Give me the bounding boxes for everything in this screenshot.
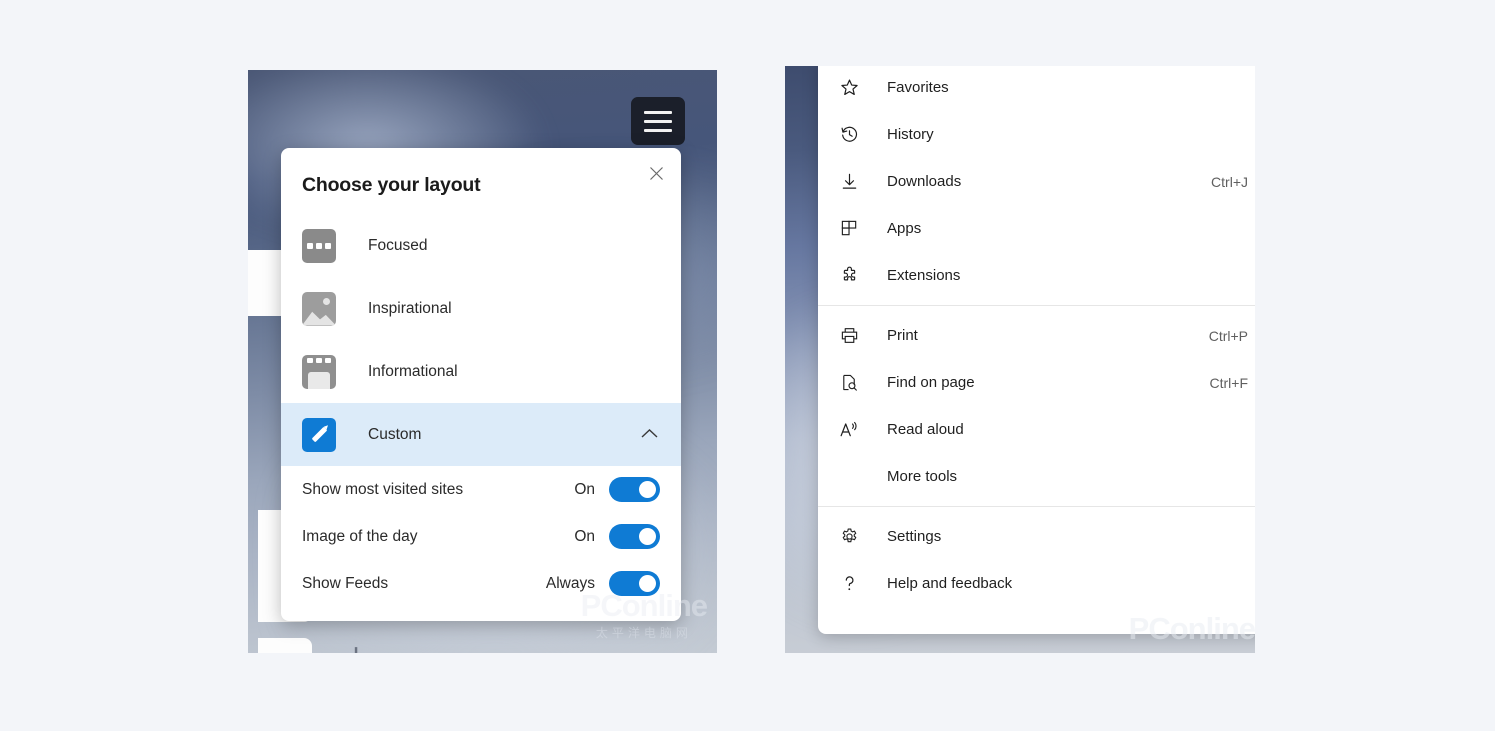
menu-item-find-on-page[interactable]: Find on page Ctrl+F xyxy=(818,359,1255,406)
setting-label: Show most visited sites xyxy=(302,480,464,498)
menu-item-favorites[interactable]: Favorites xyxy=(818,66,1255,111)
read-aloud-icon xyxy=(838,420,860,439)
menu-separator xyxy=(818,506,1255,507)
hamburger-bar xyxy=(644,119,672,123)
layout-option-label: Custom xyxy=(368,425,422,443)
setting-value: On xyxy=(574,527,595,545)
menu-item-print[interactable]: Print Ctrl+P xyxy=(818,312,1255,359)
menu-item-label: Help and feedback xyxy=(887,575,1013,592)
hamburger-bar xyxy=(644,128,672,132)
menu-item-label: Favorites xyxy=(887,79,949,96)
background-tile xyxy=(258,638,312,653)
extensions-puzzle-icon xyxy=(838,266,860,285)
menu-item-apps[interactable]: Apps xyxy=(818,205,1255,252)
right-browser-menu-panel: Favorites History Downloads Ctrl+J Apps … xyxy=(785,66,1255,653)
chevron-up-icon[interactable] xyxy=(641,426,658,444)
layout-option-label: Inspirational xyxy=(368,299,452,317)
setting-value: Always xyxy=(545,574,595,592)
menu-item-more-tools[interactable]: More tools xyxy=(818,453,1255,500)
toggle-show-most-visited-sites[interactable] xyxy=(609,477,660,502)
menu-item-label: More tools xyxy=(887,468,958,485)
hamburger-menu-icon[interactable] xyxy=(631,97,685,145)
layout-option-focused[interactable]: Focused xyxy=(281,214,681,277)
inspirational-layout-icon xyxy=(302,291,336,326)
star-icon xyxy=(838,78,860,97)
menu-item-downloads[interactable]: Downloads Ctrl+J xyxy=(818,158,1255,205)
menu-item-label: History xyxy=(887,126,934,143)
layout-option-label: Focused xyxy=(368,236,428,254)
toggle-image-of-the-day[interactable] xyxy=(609,524,660,549)
screenshot-stage: + Choose your layout Focused xyxy=(0,0,1495,731)
layout-option-label: Informational xyxy=(368,362,458,380)
layout-option-custom[interactable]: Custom xyxy=(281,403,681,466)
apps-grid-icon xyxy=(838,219,860,238)
informational-layout-icon xyxy=(302,354,336,389)
layout-option-informational[interactable]: Informational xyxy=(281,340,681,403)
menu-item-shortcut: Ctrl+J xyxy=(1211,173,1248,190)
menu-item-extensions[interactable]: Extensions xyxy=(818,252,1255,299)
menu-item-label: Find on page xyxy=(887,374,975,391)
setting-value: On xyxy=(574,480,595,498)
close-icon[interactable] xyxy=(641,158,671,188)
menu-item-label: Extensions xyxy=(887,267,961,284)
setting-show-feeds: Show Feeds Always xyxy=(281,560,681,607)
custom-layout-pencil-icon xyxy=(302,417,336,452)
menu-item-shortcut: Ctrl+P xyxy=(1208,327,1248,344)
printer-icon xyxy=(838,326,860,345)
menu-item-label: Settings xyxy=(887,528,942,545)
menu-item-shortcut: Ctrl+F xyxy=(1209,374,1249,391)
menu-item-settings[interactable]: Settings xyxy=(818,513,1255,560)
setting-image-of-the-day: Image of the day On xyxy=(281,513,681,560)
toggle-show-feeds[interactable] xyxy=(609,571,660,596)
focused-layout-icon xyxy=(302,228,336,263)
menu-separator xyxy=(818,305,1255,306)
setting-show-most-visited-sites: Show most visited sites On xyxy=(281,466,681,513)
plus-icon[interactable]: + xyxy=(326,626,386,654)
question-mark-icon xyxy=(838,574,860,593)
page-title: Choose your layout xyxy=(302,174,481,196)
setting-label: Show Feeds xyxy=(302,574,389,592)
browser-settings-menu: Favorites History Downloads Ctrl+J Apps … xyxy=(818,66,1255,634)
gear-icon xyxy=(838,527,860,546)
history-clock-icon xyxy=(838,125,860,144)
layout-options-list: Focused Inspirational Informational Cust… xyxy=(281,214,681,607)
menu-item-label: Apps xyxy=(887,220,922,237)
choose-layout-dialog: Choose your layout Focused Inspirational xyxy=(281,148,681,621)
hamburger-bar xyxy=(644,110,672,114)
menu-item-label: Downloads xyxy=(887,173,962,190)
download-arrow-icon xyxy=(838,172,860,191)
menu-item-help-and-feedback[interactable]: Help and feedback xyxy=(818,560,1255,607)
menu-item-label: Print xyxy=(887,327,918,344)
find-on-page-icon xyxy=(838,373,860,392)
setting-label: Image of the day xyxy=(302,527,418,545)
left-browser-newtab-panel: + Choose your layout Focused xyxy=(248,70,717,653)
menu-item-history[interactable]: History xyxy=(818,111,1255,158)
layout-option-inspirational[interactable]: Inspirational xyxy=(281,277,681,340)
menu-item-label: Read aloud xyxy=(887,421,964,438)
menu-item-read-aloud[interactable]: Read aloud xyxy=(818,406,1255,453)
